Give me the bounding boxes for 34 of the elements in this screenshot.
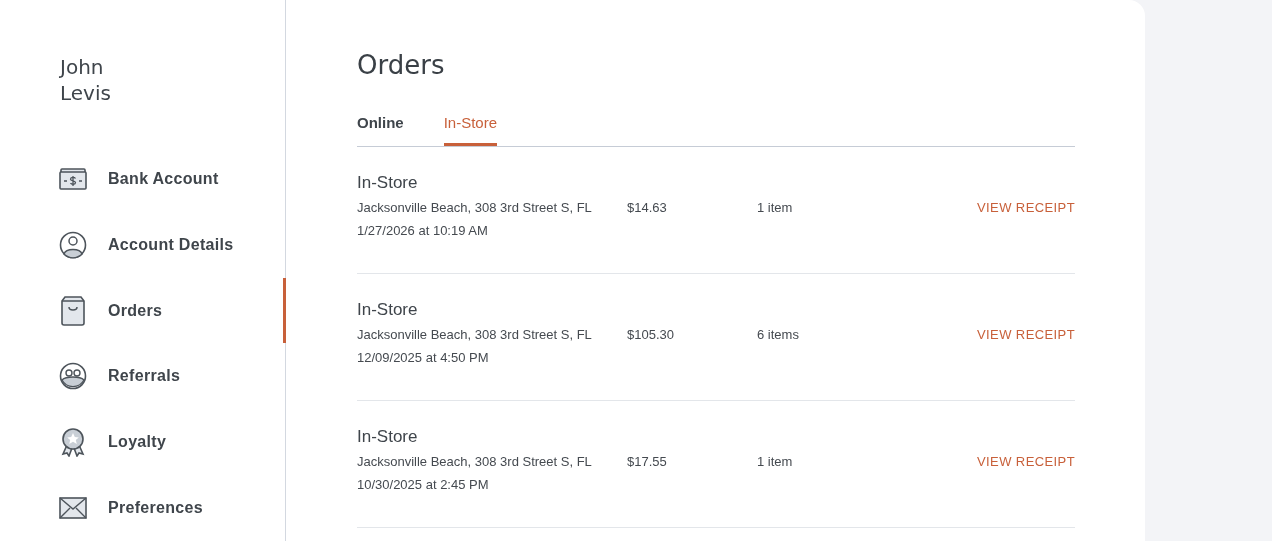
page-title: Orders [357, 50, 446, 80]
order-total: $14.63 [627, 199, 668, 215]
order-total: $17.55 [627, 453, 668, 469]
order-type: In-Store [357, 300, 419, 320]
store-address: Jacksonville Beach, 308 3rd Street S, FL [357, 326, 593, 342]
order-date: 10/30/2025 at 2:45 PM [357, 477, 490, 492]
order-date: 12/09/2025 at 4:50 PM [357, 350, 490, 365]
sidebar-item[interactable]: Bank Account [0, 146, 286, 212]
tab[interactable]: In-Store [443, 110, 498, 146]
sidebar-item[interactable]: Loyalty [0, 409, 286, 476]
tab[interactable]: Online [357, 110, 404, 146]
award-ribbon-icon [59, 427, 87, 458]
user-icon [59, 230, 87, 259]
item-count: 6 items [757, 326, 800, 342]
view-receipt-link[interactable]: VIEW RECEIPT [977, 453, 1075, 469]
envelope-icon [59, 497, 87, 520]
sidebar-item[interactable]: Referrals [0, 343, 286, 410]
order-total: $105.30 [627, 326, 675, 342]
view-receipt-link[interactable]: VIEW RECEIPT [977, 199, 1075, 215]
item-count: 1 item [757, 453, 794, 469]
user-name: John Levis [60, 54, 112, 106]
order-date: 1/27/2026 at 10:19 AM [357, 223, 489, 238]
sidebar-item[interactable]: Orders [0, 277, 286, 344]
order-type: In-Store [357, 427, 419, 447]
item-count: 1 item [757, 199, 794, 215]
banknote-icon [59, 166, 87, 191]
view-receipt-link[interactable]: VIEW RECEIPT [977, 326, 1075, 342]
sidebar-item[interactable]: Account Details [0, 211, 286, 278]
shopping-bag-icon [59, 295, 87, 326]
sidebar-item[interactable]: Preferences [0, 475, 286, 541]
store-address: Jacksonville Beach, 308 3rd Street S, FL [357, 453, 593, 469]
people-icon [59, 362, 87, 391]
store-address: Jacksonville Beach, 308 3rd Street S, FL [357, 199, 593, 215]
order-type: In-Store [357, 173, 419, 193]
